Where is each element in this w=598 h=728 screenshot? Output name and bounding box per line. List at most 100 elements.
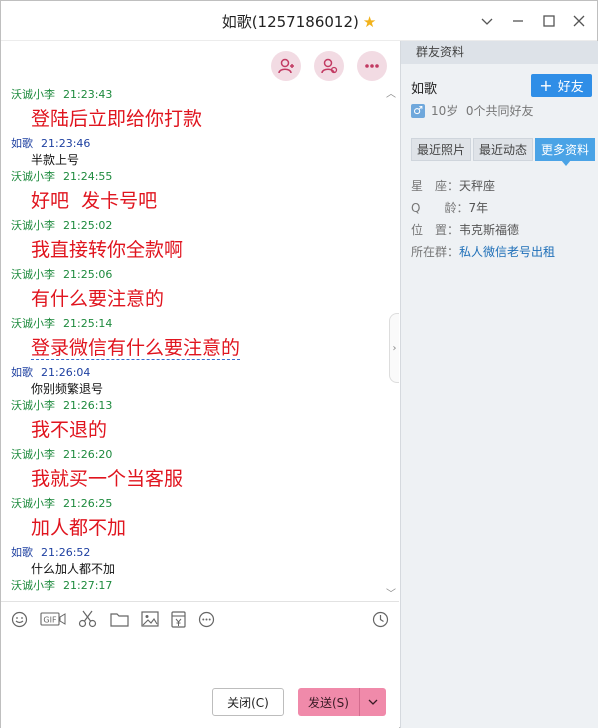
scroll-up-icon[interactable]: ︿ xyxy=(386,85,396,100)
message-time: 21:25:02 xyxy=(63,219,113,232)
member-info-panel: 群友资料 如歌 + 好友 ♂ 10岁 0个共同好友 最近照片 最近动态 更多资料 星… xyxy=(400,41,598,728)
message-text: 加人都不加 xyxy=(31,517,127,539)
message-text: 登录微信有什么要注意的 xyxy=(31,337,241,360)
create-group-icon[interactable] xyxy=(314,51,344,81)
message-item: 沃诚小李 21:25:14 登录微信有什么要注意的 xyxy=(11,316,383,365)
sender-name[interactable]: 沃诚小李 xyxy=(11,317,55,330)
sender-name[interactable]: 如歌 xyxy=(11,546,33,559)
message-text: 我不退的 xyxy=(31,419,108,441)
close-button[interactable]: 关闭(C) xyxy=(212,688,284,716)
sender-name[interactable]: 如歌 xyxy=(11,137,33,150)
message-item: 如歌 21:26:04 你别频繁退号 xyxy=(11,365,383,398)
message-item: 沃诚小李 21:26:20 我就买一个当客服 xyxy=(11,447,383,496)
info-value: 韦克斯福德 xyxy=(459,223,520,237)
add-friend-button[interactable]: + 好友 xyxy=(531,74,592,97)
info-label: 所在群： xyxy=(411,245,460,259)
minimize-icon[interactable] xyxy=(508,11,528,31)
message-item: 沃诚小李 21:23:43 登陆后立即给你打款 xyxy=(11,87,383,136)
message-item: 沃诚小李 21:24:55 好吧 发卡号吧 xyxy=(11,169,383,218)
chat-window: 如歌(1257186012) ★ ︿ 沃诚小李 21:23:43 登陆后立即给你… xyxy=(0,0,598,728)
sender-name[interactable]: 沃诚小李 xyxy=(11,88,55,101)
message-text: 半款上号 xyxy=(31,153,80,167)
message-time: 21:26:20 xyxy=(63,448,113,461)
message-time: 21:25:14 xyxy=(63,317,113,330)
title-bar: 如歌(1257186012) ★ xyxy=(1,1,597,41)
message-item: 沃诚小李 21:27:17 xyxy=(11,578,383,594)
invite-member-icon[interactable] xyxy=(271,51,301,81)
message-text: 我直接转你全款啊 xyxy=(31,239,184,261)
message-time: 21:26:13 xyxy=(63,399,113,412)
tab-recent-activity[interactable]: 最近动态 xyxy=(473,138,534,161)
message-time: 21:27:17 xyxy=(63,579,113,592)
close-icon[interactable] xyxy=(569,11,589,31)
message-time: 21:24:55 xyxy=(63,170,113,183)
message-text: 登陆后立即给你打款 xyxy=(31,108,203,130)
message-item: 沃诚小李 21:26:25 加人都不加 xyxy=(11,496,383,545)
chat-area: ︿ 沃诚小李 21:23:43 登陆后立即给你打款 如歌 21:23:46 半款上号… xyxy=(1,41,399,601)
info-row-location: 位 置：韦克斯福德 xyxy=(411,221,519,238)
more-icon[interactable] xyxy=(357,51,387,81)
message-time: 21:23:43 xyxy=(63,88,113,101)
message-time: 21:26:04 xyxy=(41,366,91,379)
message-list: 沃诚小李 21:23:43 登陆后立即给你打款 如歌 21:23:46 半款上号 沃… xyxy=(11,87,383,594)
red-packet-icon[interactable] xyxy=(169,610,187,628)
sender-name[interactable]: 沃诚小李 xyxy=(11,579,55,592)
message-item: 沃诚小李 21:25:02 我直接转你全款啊 xyxy=(11,218,383,267)
male-gender-icon: ♂ xyxy=(411,103,425,118)
folder-icon[interactable] xyxy=(109,610,129,628)
message-text: 我就买一个当客服 xyxy=(31,468,184,490)
sender-name[interactable]: 如歌 xyxy=(11,366,33,379)
collapse-panel-handle[interactable]: › xyxy=(389,313,399,383)
sender-name[interactable]: 沃诚小李 xyxy=(11,268,55,281)
group-link[interactable]: 私人微信老号出租 xyxy=(459,245,555,259)
gif-icon[interactable]: GIF xyxy=(40,610,66,628)
info-label: Q 龄： xyxy=(411,201,469,215)
info-row-qq-age: Q 龄：7年 xyxy=(411,199,488,216)
scroll-down-icon[interactable]: ﹀ xyxy=(386,585,396,600)
sender-name[interactable]: 沃诚小李 xyxy=(11,219,55,232)
member-basic-info: ♂ 10岁 0个共同好友 xyxy=(411,102,534,119)
input-toolbar: GIF xyxy=(1,601,399,635)
add-friend-label: 好友 xyxy=(557,80,584,95)
message-item: 沃诚小李 21:25:06 有什么要注意的 xyxy=(11,267,383,316)
screenshot-icon[interactable] xyxy=(77,610,97,628)
info-value: 天秤座 xyxy=(459,179,496,193)
gif-label: GIF xyxy=(43,616,57,625)
more-tools-icon[interactable] xyxy=(197,610,215,628)
info-row-group: 所在群：私人微信老号出租 xyxy=(411,243,555,260)
member-name: 如歌 xyxy=(411,82,438,97)
info-value: 7年 xyxy=(468,201,489,215)
image-icon[interactable] xyxy=(140,610,159,628)
message-item: 沃诚小李 21:26:13 我不退的 xyxy=(11,398,383,447)
message-time: 21:25:06 xyxy=(63,268,113,281)
message-text: 你别频繁退号 xyxy=(31,382,104,396)
message-time: 21:23:46 xyxy=(41,137,91,150)
message-item: 如歌 21:26:52 什么加人都不加 xyxy=(11,545,383,578)
info-label: 星 座： xyxy=(411,179,460,193)
maximize-icon[interactable] xyxy=(539,11,559,31)
chevron-down-icon[interactable] xyxy=(477,11,497,31)
message-text: 好吧 发卡号吧 xyxy=(31,190,158,212)
chevron-down-icon xyxy=(368,699,378,705)
history-icon[interactable] xyxy=(371,610,389,628)
message-text: 有什么要注意的 xyxy=(31,288,165,310)
tab-more-info[interactable]: 更多资料 xyxy=(535,138,596,166)
plus-icon: + xyxy=(539,75,553,95)
message-item: 如歌 21:23:46 半款上号 xyxy=(11,136,383,169)
message-text: 什么加人都不加 xyxy=(31,562,116,576)
send-options-button[interactable] xyxy=(360,688,386,716)
message-time: 21:26:25 xyxy=(63,497,113,510)
emoji-icon[interactable] xyxy=(10,610,28,628)
sender-name[interactable]: 沃诚小李 xyxy=(11,497,55,510)
star-icon[interactable]: ★ xyxy=(363,13,376,31)
sender-name[interactable]: 沃诚小李 xyxy=(11,448,55,461)
chat-action-buttons xyxy=(271,51,387,81)
sender-name[interactable]: 沃诚小李 xyxy=(11,170,55,183)
tab-recent-photos[interactable]: 最近照片 xyxy=(411,138,472,161)
send-button[interactable]: 发送(S) xyxy=(298,688,360,716)
sender-name[interactable]: 沃诚小李 xyxy=(11,399,55,412)
panel-tabs: 最近照片 最近动态 更多资料 xyxy=(411,138,597,166)
info-row-constellation: 星 座：天秤座 xyxy=(411,177,495,194)
contact-name-title: 如歌(1257186012) xyxy=(221,13,359,31)
info-label: 位 置： xyxy=(411,223,460,237)
